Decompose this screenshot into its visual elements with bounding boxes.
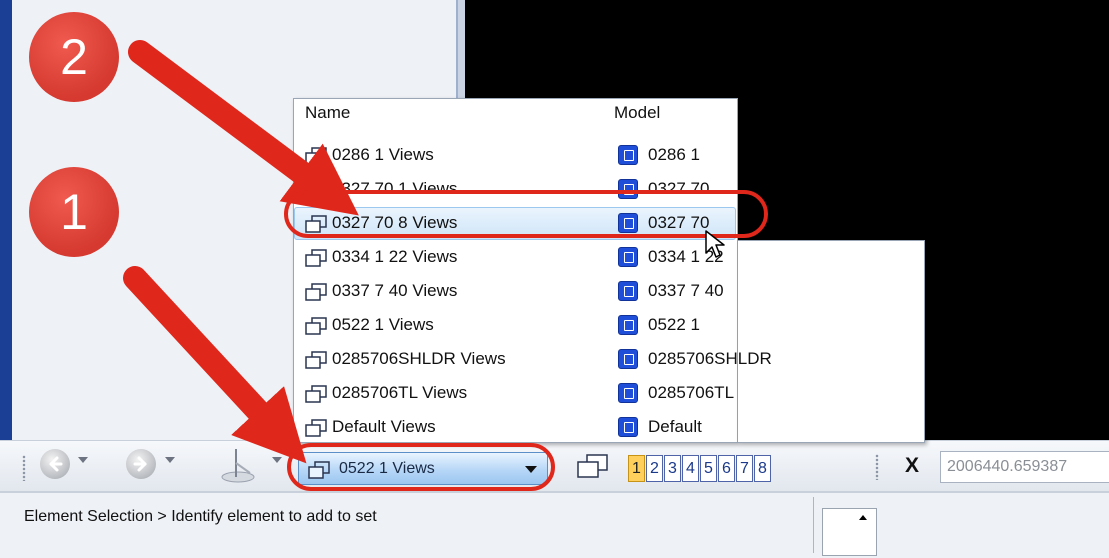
view-group-icon	[304, 282, 328, 307]
column-header-name[interactable]: Name	[305, 103, 350, 123]
saved-view-name: 0522 1 Views	[332, 315, 434, 334]
view-group-icon	[304, 214, 328, 239]
view-8-button[interactable]: 8	[754, 455, 771, 482]
saved-view-row[interactable]: 0285706TL Views 0285706TL	[296, 377, 920, 410]
saved-view-name: 0285706TL Views	[332, 383, 468, 402]
toolbar-grip-2[interactable]	[875, 454, 879, 480]
view-5-button[interactable]: 5	[700, 455, 717, 482]
toolbar-grip[interactable]	[22, 455, 26, 481]
saved-view-model: Default	[648, 417, 702, 436]
model-icon	[618, 383, 638, 403]
back-button[interactable]	[40, 449, 70, 479]
view-3-button[interactable]: 3	[664, 455, 681, 482]
view-group-icon	[304, 248, 328, 273]
saved-view-name: 0286 1 Views	[332, 145, 434, 164]
saved-view-row[interactable]: 0522 1 Views 0522 1	[296, 309, 920, 342]
saved-view-name: 0334 1 22 Views	[332, 247, 458, 266]
saved-view-row[interactable]: Default Views Default	[296, 411, 920, 444]
column-header-model[interactable]: Model	[614, 103, 660, 123]
saved-view-row[interactable]: 0286 1 Views 0286 1	[296, 139, 920, 172]
saved-view-select-value: 0522 1 Views	[339, 460, 435, 477]
saved-view-model: 0337 7 40	[648, 281, 724, 300]
saved-view-name: 0285706SHLDR Views	[332, 349, 506, 368]
saved-view-row[interactable]: 0334 1 22 Views 0334 1 22	[296, 241, 920, 274]
status-message: Element Selection > Identify element to …	[24, 508, 377, 525]
saved-view-model: 0285706TL	[648, 383, 735, 402]
saved-view-model: 0522 1	[648, 315, 700, 334]
view-6-button[interactable]: 6	[718, 455, 735, 482]
forward-button[interactable]	[126, 449, 156, 479]
saved-view-model: 0285706SHLDR	[648, 349, 772, 368]
saved-view-model: 0327 70	[648, 179, 710, 198]
views-dialog-button[interactable]	[573, 451, 613, 485]
status-bar: Element Selection > Identify element to …	[0, 492, 1109, 558]
view-number-buttons: 1 2 3 4 5 6 7 8	[628, 455, 771, 482]
view-4-button[interactable]: 4	[682, 455, 699, 482]
chevron-down-icon	[525, 466, 537, 473]
model-icon	[618, 145, 638, 165]
view-group-icon	[308, 461, 330, 479]
back-history-arrow[interactable]	[78, 457, 88, 463]
model-icon	[618, 281, 638, 301]
view-group-icon	[304, 316, 328, 341]
model-icon	[618, 417, 638, 437]
back-arrow-icon	[49, 456, 63, 472]
window-edge	[0, 0, 12, 440]
model-icon	[618, 247, 638, 267]
saved-view-model: 0286 1	[648, 145, 700, 164]
saved-view-row[interactable]: 0337 7 40 Views 0337 7 40	[296, 275, 920, 308]
view-group-icon	[304, 418, 328, 443]
saved-view-name: 0327 70 1 Views	[332, 179, 458, 198]
chevron-up-icon	[859, 515, 867, 520]
saved-view-row[interactable]: 0327 70 1 Views 0327 70	[296, 173, 920, 206]
saved-view-name: 0327 70 8 Views	[332, 213, 458, 232]
x-coordinate-field[interactable]: 2006440.659387	[940, 451, 1109, 483]
status-field[interactable]	[822, 508, 877, 556]
model-icon	[618, 213, 638, 233]
model-icon	[618, 315, 638, 335]
model-icon	[618, 349, 638, 369]
saved-view-row[interactable]: 0327 70 8 Views 0327 70	[294, 207, 920, 240]
view-7-button[interactable]: 7	[736, 455, 753, 482]
view-2-button[interactable]: 2	[646, 455, 663, 482]
view-group-icon	[304, 180, 328, 205]
model-icon	[618, 179, 638, 199]
status-separator	[813, 497, 814, 553]
saved-view-select[interactable]: 0522 1 Views	[298, 452, 548, 485]
forward-arrow-icon	[133, 456, 147, 472]
saved-view-row[interactable]: 0285706SHLDR Views 0285706SHLDR	[296, 343, 920, 376]
view-group-icon	[304, 146, 328, 171]
view-rotation-arrow[interactable]	[272, 457, 282, 463]
saved-view-model: 0334 1 22	[648, 247, 724, 266]
view-1-button[interactable]: 1	[628, 455, 645, 482]
saved-view-name: Default Views	[332, 417, 436, 436]
view-group-icon	[304, 350, 328, 375]
view-group-icon	[304, 384, 328, 409]
x-coordinate-label: X	[905, 454, 920, 477]
saved-view-model: 0327 70	[648, 213, 710, 232]
view-rotation-icon[interactable]	[216, 445, 266, 485]
forward-history-arrow[interactable]	[165, 457, 175, 463]
saved-view-name: 0337 7 40 Views	[332, 281, 458, 300]
